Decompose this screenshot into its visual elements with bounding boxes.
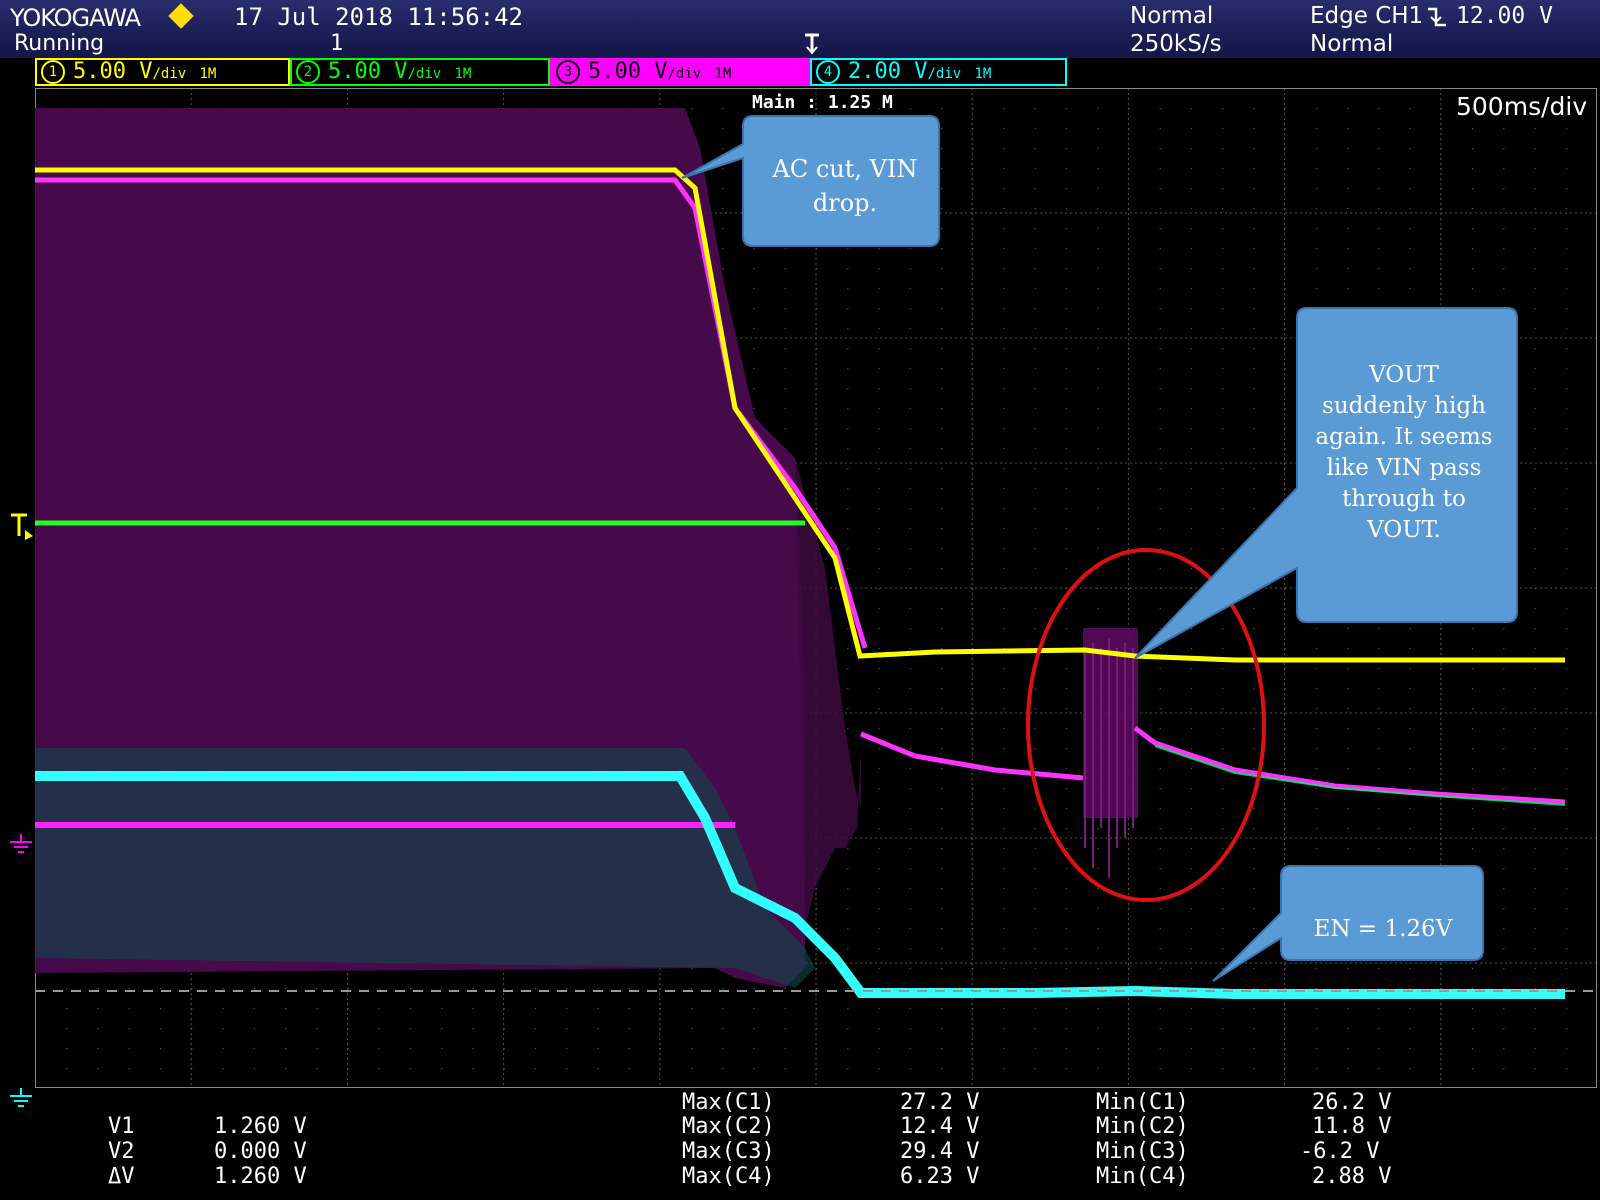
run-status: Running — [14, 31, 105, 56]
measure-max-c1-label: Max(C1) — [682, 1090, 775, 1115]
cursor-v2-label: V2 — [108, 1139, 135, 1164]
cursor-v1-value: 1.260 V — [214, 1114, 307, 1139]
measure-min-c1-value: 26.2 V — [1312, 1090, 1392, 1115]
channel-4-ground-marker-icon — [10, 1088, 32, 1107]
measure-min-c1-label: Min(C1) — [1096, 1090, 1189, 1115]
trigger-level-marker-icon — [11, 513, 33, 540]
falling-edge-icon — [1428, 7, 1446, 27]
channel-1-scale[interactable]: 1 5.00 V/div 1M — [35, 58, 290, 86]
cursor-v2-value: 0.000 V — [214, 1139, 307, 1164]
channel-4-noise — [35, 748, 815, 988]
trigger-position-icon — [805, 33, 819, 55]
callout-en-text: EN = 1.26V — [1313, 916, 1453, 942]
sample-rate: 250kS/s — [1130, 31, 1222, 57]
trigger-mode: Normal — [1310, 31, 1394, 57]
cursor-delta-label: ΔV — [108, 1164, 135, 1189]
cursor-delta-value: 1.260 V — [214, 1164, 307, 1189]
callout-vout-high-text: VOUT suddenly high again. It seems like … — [1315, 362, 1493, 543]
trigger-level: 12.00 V — [1456, 3, 1553, 29]
channel-4-scale[interactable]: 4 2.00 V/div 1M — [810, 58, 1067, 86]
measure-min-c4-label: Min(C4) — [1096, 1164, 1189, 1189]
measure-max-c3-label: Max(C3) — [682, 1139, 775, 1164]
memory-length: Main : 1.25 M — [752, 92, 893, 113]
measure-max-c2-value: 12.4 V — [900, 1114, 980, 1139]
callout-ac-cut-text: AC cut, VIN drop. — [772, 155, 918, 217]
measure-min-c4-value: 2.88 V — [1312, 1164, 1392, 1189]
trigger-source: Edge CH1 — [1310, 3, 1424, 29]
acquisition-count: 1 — [330, 31, 344, 56]
datetime: 17 Jul 2018 11:56:42 — [234, 3, 523, 31]
measure-max-c4-label: Max(C4) — [682, 1164, 775, 1189]
brand-logo: YOKOGAWA — [10, 4, 141, 32]
acquisition-mode: Normal — [1130, 3, 1214, 29]
measure-max-c4-value: 6.23 V — [900, 1164, 980, 1189]
measure-min-c2-label: Min(C2) — [1096, 1114, 1189, 1139]
measure-min-c3-label: Min(C3) — [1096, 1139, 1189, 1164]
channel-ground-marker-icon — [10, 834, 32, 853]
timebase: 500ms/div — [1456, 92, 1588, 121]
channel-2-scale[interactable]: 2 5.00 V/div 1M — [290, 58, 550, 86]
measure-min-c2-value: 11.8 V — [1312, 1114, 1392, 1139]
measure-max-c3-value: 29.4 V — [900, 1139, 980, 1164]
measure-max-c2-label: Max(C2) — [682, 1114, 775, 1139]
measure-max-c1-value: 27.2 V — [900, 1090, 980, 1115]
measure-min-c3-value: -6.2 V — [1300, 1139, 1380, 1164]
cursor-v1-label: V1 — [108, 1114, 135, 1139]
channel-3-scale[interactable]: 3 5.00 V/div 1M — [550, 58, 810, 86]
